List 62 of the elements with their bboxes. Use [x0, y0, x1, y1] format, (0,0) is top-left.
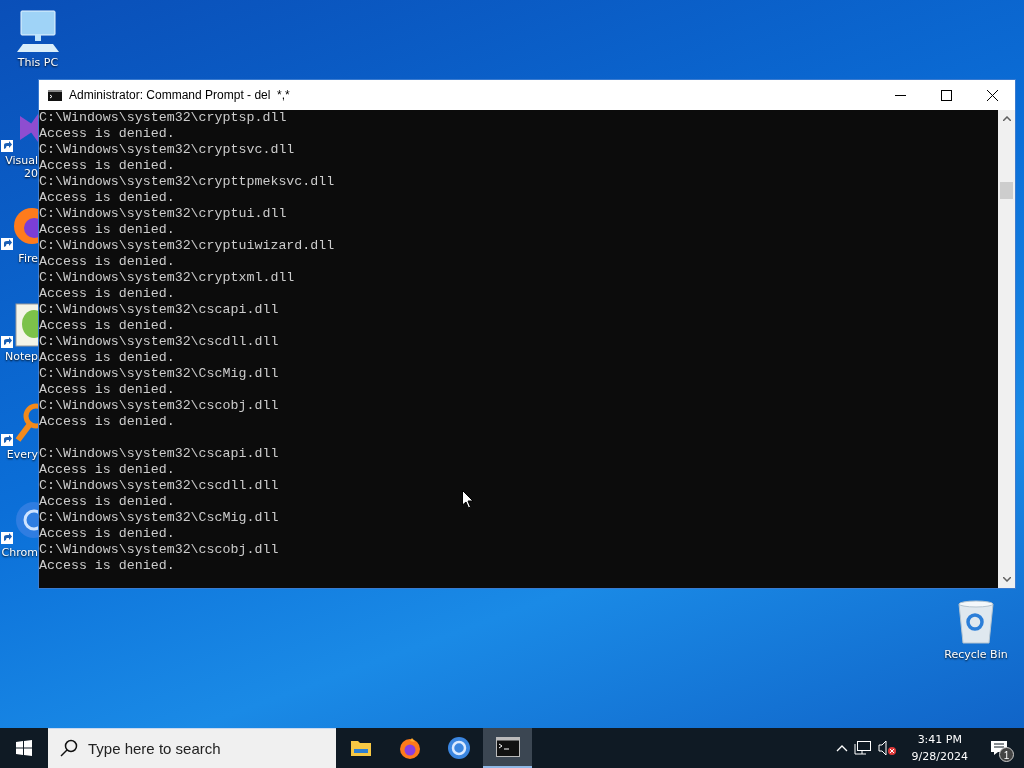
console-line: C:\Windows\system32\cryptuiwizard.dll: [39, 238, 335, 254]
taskbar-app[interactable]: [483, 728, 532, 768]
icon-label: Every: [6, 448, 38, 461]
icon-label: Fire: [18, 252, 38, 265]
icon-label: Visual: [5, 154, 38, 167]
console-line: C:\Windows\system32\cscdll.dll: [39, 478, 279, 494]
network-icon[interactable]: [853, 740, 872, 756]
search-icon: [60, 739, 78, 757]
notification-count: 1: [999, 747, 1014, 762]
console-line: C:\Windows\system32\cscobj.dll: [39, 542, 279, 558]
console-line: C:\Windows\system32\cryptsvc.dll: [39, 142, 295, 158]
console-line: C:\Windows\system32\cscapi.dll: [39, 302, 279, 318]
chevron-up-icon[interactable]: [835, 744, 848, 752]
close-icon: [986, 89, 998, 101]
scroll-down-icon[interactable]: [1002, 577, 1011, 582]
console-line: Access is denied.: [39, 254, 175, 270]
icon-label: This PC: [17, 56, 59, 69]
time-text: 3:41 PM: [917, 732, 962, 748]
console-line: Access is denied.: [39, 318, 175, 334]
scrollbar[interactable]: [998, 110, 1015, 588]
date-text: 9/28/2024: [911, 749, 968, 765]
console-line: Access is denied.: [39, 526, 175, 542]
icon-label: Chrom: [1, 546, 38, 559]
console-line: Access is denied.: [39, 126, 175, 142]
windows-logo-icon: [16, 740, 32, 756]
maximize-icon: [940, 89, 952, 101]
ring-browser-icon: [446, 736, 471, 760]
scroll-thumb[interactable]: [1000, 182, 1013, 199]
console-line: Access is denied.: [39, 286, 175, 302]
mouse-pointer-icon: [462, 490, 474, 509]
console-line: Access is denied.: [39, 494, 175, 510]
console-line: C:\Windows\system32\cscapi.dll: [39, 446, 279, 462]
icon-label: Notep: [4, 350, 38, 363]
icon-label: Recycle Bin: [944, 648, 1008, 661]
console-line: Access is denied.: [39, 350, 175, 366]
console-line: C:\Windows\system32\cscobj.dll: [39, 398, 279, 414]
console-line: C:\Windows\system32\cryptxml.dll: [39, 270, 295, 286]
scroll-up-icon[interactable]: [1002, 116, 1011, 121]
window-title: Administrator: Command Prompt - del *,*: [69, 88, 291, 102]
console-line: C:\Windows\system32\CscMig.dll: [39, 510, 279, 526]
clock[interactable]: 3:41 PM 9/28/2024: [903, 731, 976, 765]
console-line: Access is denied.: [39, 158, 175, 174]
console-line: Access is denied.: [39, 222, 175, 238]
console-line: C:\Windows\system32\CscMig.dll: [39, 366, 279, 382]
terminal-icon: [48, 89, 62, 101]
fox-browser-icon: [397, 736, 422, 760]
folder-icon: [349, 738, 372, 758]
notifications-button[interactable]: 1: [982, 728, 1016, 768]
recycle-bin-icon[interactable]: [956, 600, 996, 644]
terminal-icon: [495, 737, 520, 757]
console-line: C:\Windows\system32\cryptui.dll: [39, 206, 287, 222]
search-field[interactable]: Type here to search: [48, 728, 336, 768]
console-line: C:\Windows\system32\crypttpmeksvc.dll: [39, 174, 335, 190]
icon-label: 20: [24, 167, 38, 180]
console-line: Access is denied.: [39, 462, 175, 478]
console-line: C:\Windows\system32\cryptsp.dll: [39, 110, 287, 126]
console-line: C:\Windows\system32\cscdll.dll: [39, 334, 279, 350]
console-line: Access is denied.: [39, 190, 175, 206]
console-line: Access is denied.: [39, 414, 175, 430]
speaker-icon[interactable]: [877, 740, 898, 756]
console-line: Access is denied.: [39, 558, 175, 574]
console-line: Access is denied.: [39, 382, 175, 398]
